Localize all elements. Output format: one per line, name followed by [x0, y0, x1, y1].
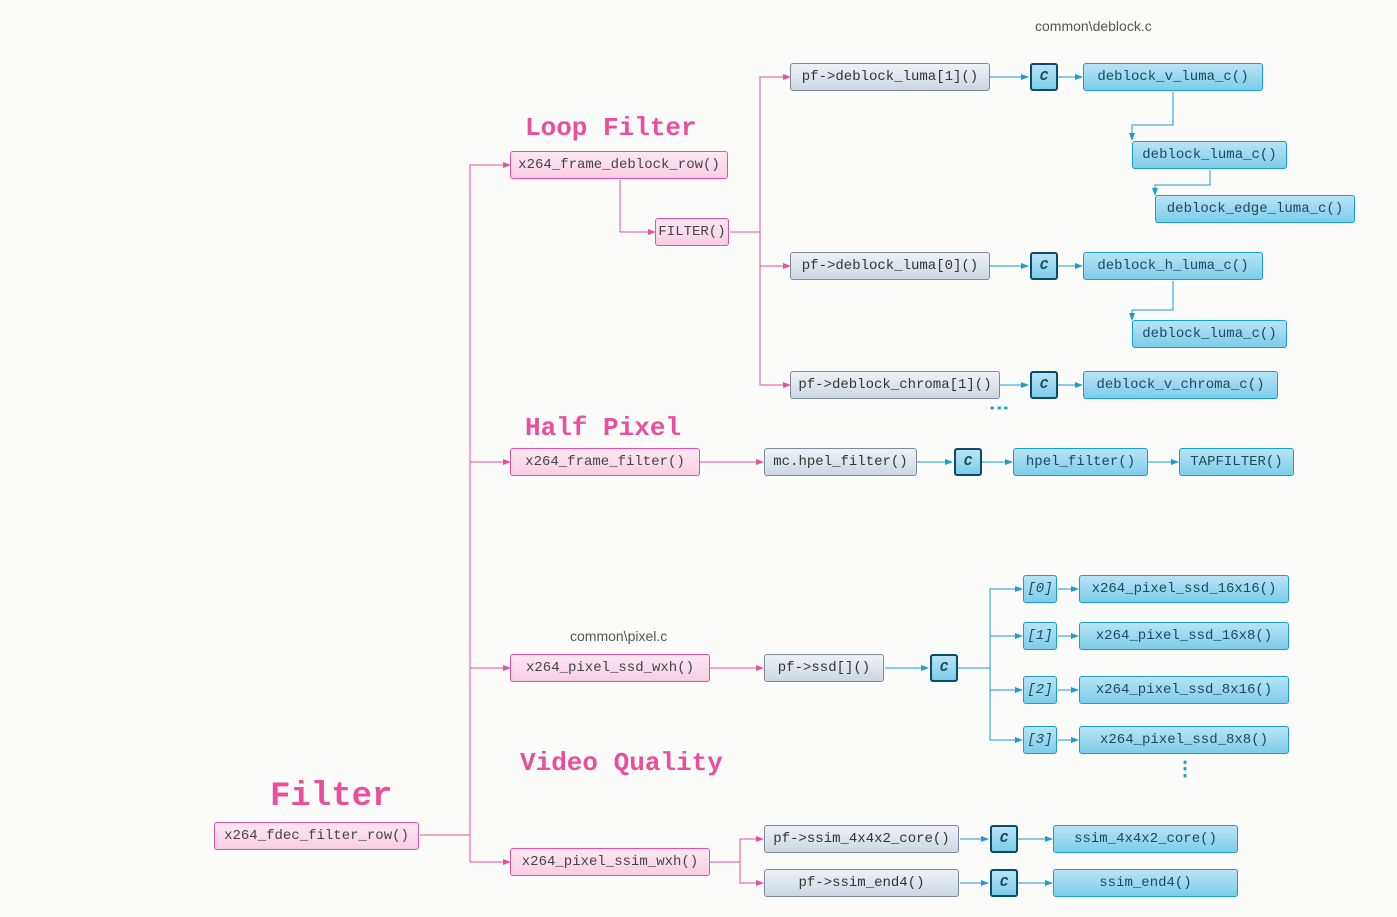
node-ssd-idx-3: [3]: [1023, 726, 1057, 754]
node-deblock-luma-c-2: deblock_luma_c(): [1132, 320, 1287, 348]
title-loop-filter: Loop Filter: [525, 113, 697, 143]
file-label-pixel: common\pixel.c: [570, 628, 667, 644]
node-pf-deblock-chroma-1: pf->deblock_chroma[1](): [790, 371, 1000, 399]
node-deblock-luma-c-1: deblock_luma_c(): [1132, 141, 1287, 169]
node-ssd-16x8: x264_pixel_ssd_16x8(): [1079, 622, 1289, 650]
node-c-chroma1: C: [1030, 371, 1058, 399]
node-pixel-ssim-wxh: x264_pixel_ssim_wxh(): [510, 848, 710, 876]
node-filter-macro: FILTER(): [655, 218, 729, 246]
node-c-luma0: C: [1030, 252, 1058, 280]
node-deblock-v-chroma-c: deblock_v_chroma_c(): [1083, 371, 1278, 399]
title-video-quality: Video Quality: [520, 748, 723, 778]
node-pf-deblock-luma-0: pf->deblock_luma[0](): [790, 252, 990, 280]
node-fdec-filter-row: x264_fdec_filter_row(): [214, 822, 419, 850]
ellipsis-ssd: ⋮: [1175, 756, 1198, 782]
node-pf-ssim-core: pf->ssim_4x4x2_core(): [764, 825, 959, 853]
node-frame-filter: x264_frame_filter(): [510, 448, 700, 476]
node-ssd-8x16: x264_pixel_ssd_8x16(): [1079, 676, 1289, 704]
node-ssim-core-out: ssim_4x4x2_core(): [1053, 825, 1238, 853]
node-c-ssim-end4: C: [990, 869, 1018, 897]
node-ssd-idx-0: [0]: [1023, 575, 1057, 603]
node-ssd-16x16: x264_pixel_ssd_16x16(): [1079, 575, 1289, 603]
node-deblock-h-luma-c: deblock_h_luma_c(): [1083, 252, 1263, 280]
node-pf-deblock-luma-1: pf->deblock_luma[1](): [790, 63, 990, 91]
node-pixel-ssd-wxh: x264_pixel_ssd_wxh(): [510, 654, 710, 682]
node-ssd-idx-1: [1]: [1023, 622, 1057, 650]
node-deblock-v-luma-c: deblock_v_luma_c(): [1083, 63, 1263, 91]
node-c-luma1: C: [1030, 63, 1058, 91]
node-c-hpel: C: [954, 448, 982, 476]
node-frame-deblock-row: x264_frame_deblock_row(): [510, 151, 728, 179]
node-ssd-idx-2: [2]: [1023, 676, 1057, 704]
node-deblock-edge-luma-c: deblock_edge_luma_c(): [1155, 195, 1355, 223]
file-label-deblock: common\deblock.c: [1035, 18, 1152, 34]
ellipsis-chroma: ⋮: [985, 398, 1009, 421]
node-ssd-8x8: x264_pixel_ssd_8x8(): [1079, 726, 1289, 754]
title-half-pixel: Half Pixel: [525, 413, 681, 443]
node-hpel-filter: hpel_filter(): [1013, 448, 1148, 476]
node-mc-hpel-filter: mc.hpel_filter(): [764, 448, 917, 476]
title-filter: Filter: [270, 778, 392, 816]
node-c-ssd: C: [930, 654, 958, 682]
node-c-ssim-core: C: [990, 825, 1018, 853]
node-tapfilter: TAPFILTER(): [1179, 448, 1294, 476]
node-ssim-end4-out: ssim_end4(): [1053, 869, 1238, 897]
node-pf-ssim-end4: pf->ssim_end4(): [764, 869, 959, 897]
node-pf-ssd: pf->ssd[](): [764, 654, 884, 682]
